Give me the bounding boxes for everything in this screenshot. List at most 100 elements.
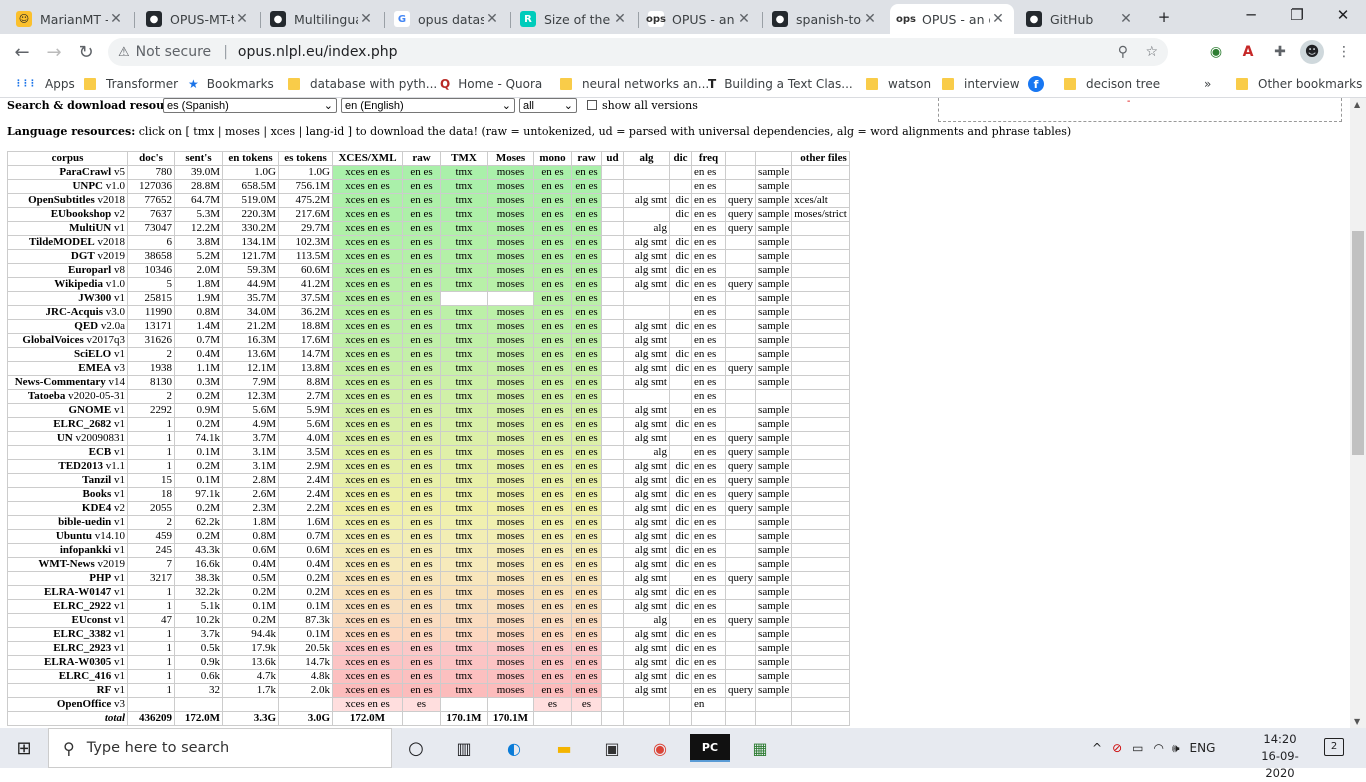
ud-cell[interactable] <box>601 207 624 222</box>
sample-link[interactable]: sample <box>755 613 793 628</box>
bookmark-database-with-pyth[interactable]: database with pyth... <box>288 74 437 94</box>
corpus-name[interactable]: EMEA <box>78 362 111 374</box>
tab-7[interactable]: ● spanish-to- ✕ <box>764 4 886 34</box>
tmx-link[interactable]: tmx <box>440 473 488 488</box>
freq-link[interactable]: en es <box>691 501 726 516</box>
corpus-name[interactable]: RF <box>97 684 112 696</box>
corpus-cell[interactable]: ECB v1 <box>7 445 128 460</box>
wifi-icon[interactable]: ◠ <box>1153 741 1163 755</box>
mono-link[interactable]: en es <box>533 431 572 446</box>
other-files-link[interactable] <box>791 389 850 404</box>
corpus-cell[interactable]: EUbookshop v2 <box>7 207 128 222</box>
ud-cell[interactable] <box>601 515 624 530</box>
raw-mono-link[interactable]: en es <box>571 557 602 572</box>
xces-link[interactable]: xces en es <box>332 179 403 194</box>
mono-link[interactable]: en es <box>533 305 572 320</box>
other-files-link[interactable] <box>791 613 850 628</box>
raw-mono-link[interactable]: en es <box>571 207 602 222</box>
xces-link[interactable]: xces en es <box>332 319 403 334</box>
raw-mono-link[interactable]: en es <box>571 277 602 292</box>
freq-link[interactable]: en es <box>691 277 726 292</box>
other-files-link[interactable] <box>791 501 850 516</box>
dic-link[interactable]: dic <box>669 543 692 558</box>
mono-link[interactable]: en es <box>533 473 572 488</box>
tmx-link[interactable]: tmx <box>440 627 488 642</box>
ud-cell[interactable] <box>601 613 624 628</box>
raw-link[interactable]: en es <box>402 487 441 502</box>
other-files-link[interactable] <box>791 529 850 544</box>
freq-link[interactable]: en es <box>691 263 726 278</box>
query-link[interactable] <box>724 655 757 670</box>
corpus-cell[interactable]: ELRC_3382 v1 <box>7 627 128 642</box>
query-link[interactable]: query <box>724 683 757 698</box>
other-files-link[interactable] <box>791 641 850 656</box>
bookmark-apps[interactable]: ⋮⋮⋮ Apps <box>14 74 75 94</box>
windows-start-icon[interactable]: ⊞ <box>10 734 38 762</box>
freq-link[interactable]: en es <box>691 557 726 572</box>
corpus-name[interactable]: GlobalVoices <box>22 334 83 346</box>
alg-link[interactable]: alg smt <box>623 403 670 418</box>
raw-mono-link[interactable]: en es <box>571 445 602 460</box>
mono-link[interactable]: en es <box>533 207 572 222</box>
bookmark-building-a-text-clas[interactable]: T Building a Text Clas... <box>708 74 853 94</box>
alg-link[interactable]: alg smt <box>623 543 670 558</box>
raw-mono-link[interactable]: en es <box>571 543 602 558</box>
dic-link[interactable]: dic <box>669 627 692 642</box>
moses-link[interactable]: moses <box>487 557 534 572</box>
raw-link[interactable]: en es <box>402 263 441 278</box>
store-icon[interactable]: ▣ <box>598 734 626 762</box>
mono-link[interactable]: en es <box>533 459 572 474</box>
tmx-link[interactable]: tmx <box>440 431 488 446</box>
sample-link[interactable]: sample <box>755 277 793 292</box>
moses-link[interactable]: moses <box>487 627 534 642</box>
raw-link[interactable]: en es <box>402 193 441 208</box>
alg-link[interactable] <box>623 389 670 404</box>
alg-link[interactable]: alg smt <box>623 571 670 586</box>
ud-cell[interactable] <box>601 669 624 684</box>
tmx-link[interactable] <box>440 291 488 306</box>
bookmark-decison-tree[interactable]: decison tree <box>1064 74 1160 94</box>
moses-link[interactable]: moses <box>487 165 534 180</box>
tab-close-icon[interactable]: ✕ <box>1118 11 1134 27</box>
tmx-link[interactable] <box>440 697 488 712</box>
xces-link[interactable]: xces en es <box>332 445 403 460</box>
query-link[interactable] <box>724 543 757 558</box>
other-files-link[interactable] <box>791 571 850 586</box>
language-indicator[interactable]: ENG <box>1190 741 1216 755</box>
tmx-link[interactable]: tmx <box>440 543 488 558</box>
dic-link[interactable]: dic <box>669 487 692 502</box>
moses-link[interactable]: moses <box>487 641 534 656</box>
tmx-link[interactable]: tmx <box>440 501 488 516</box>
tab-close-icon[interactable]: ✕ <box>484 11 500 27</box>
other-files-link[interactable] <box>791 165 850 180</box>
corpus-cell[interactable]: EMEA v3 <box>7 361 128 376</box>
moses-link[interactable]: moses <box>487 319 534 334</box>
xces-link[interactable]: xces en es <box>332 543 403 558</box>
xces-link[interactable]: xces en es <box>332 599 403 614</box>
raw-mono-link[interactable]: es <box>571 697 602 712</box>
moses-link[interactable]: moses <box>487 473 534 488</box>
tmx-link[interactable]: tmx <box>440 445 488 460</box>
alg-link[interactable] <box>623 305 670 320</box>
corpus-name[interactable]: PHP <box>89 572 111 584</box>
freq-link[interactable]: en es <box>691 417 726 432</box>
alg-link[interactable]: alg smt <box>623 599 670 614</box>
raw-mono-link[interactable]: en es <box>571 305 602 320</box>
alg-link[interactable]: alg <box>623 445 670 460</box>
sample-link[interactable]: sample <box>755 627 793 642</box>
raw-mono-link[interactable]: en es <box>571 669 602 684</box>
raw-mono-link[interactable]: en es <box>571 655 602 670</box>
other-files-link[interactable] <box>791 627 850 642</box>
corpus-name[interactable]: WMT-News <box>38 558 94 570</box>
moses-link[interactable]: moses <box>487 487 534 502</box>
moses-link[interactable]: moses <box>487 277 534 292</box>
corpus-name[interactable]: JW300 <box>78 292 111 304</box>
tab-9[interactable]: ● GitHub ✕ <box>1018 4 1142 34</box>
mono-link[interactable]: en es <box>533 179 572 194</box>
query-link[interactable]: query <box>724 207 757 222</box>
alg-link[interactable]: alg smt <box>623 487 670 502</box>
alg-link[interactable]: alg smt <box>623 277 670 292</box>
other-files-link[interactable] <box>791 361 850 376</box>
alg-link[interactable]: alg smt <box>623 459 670 474</box>
tmx-link[interactable]: tmx <box>440 375 488 390</box>
